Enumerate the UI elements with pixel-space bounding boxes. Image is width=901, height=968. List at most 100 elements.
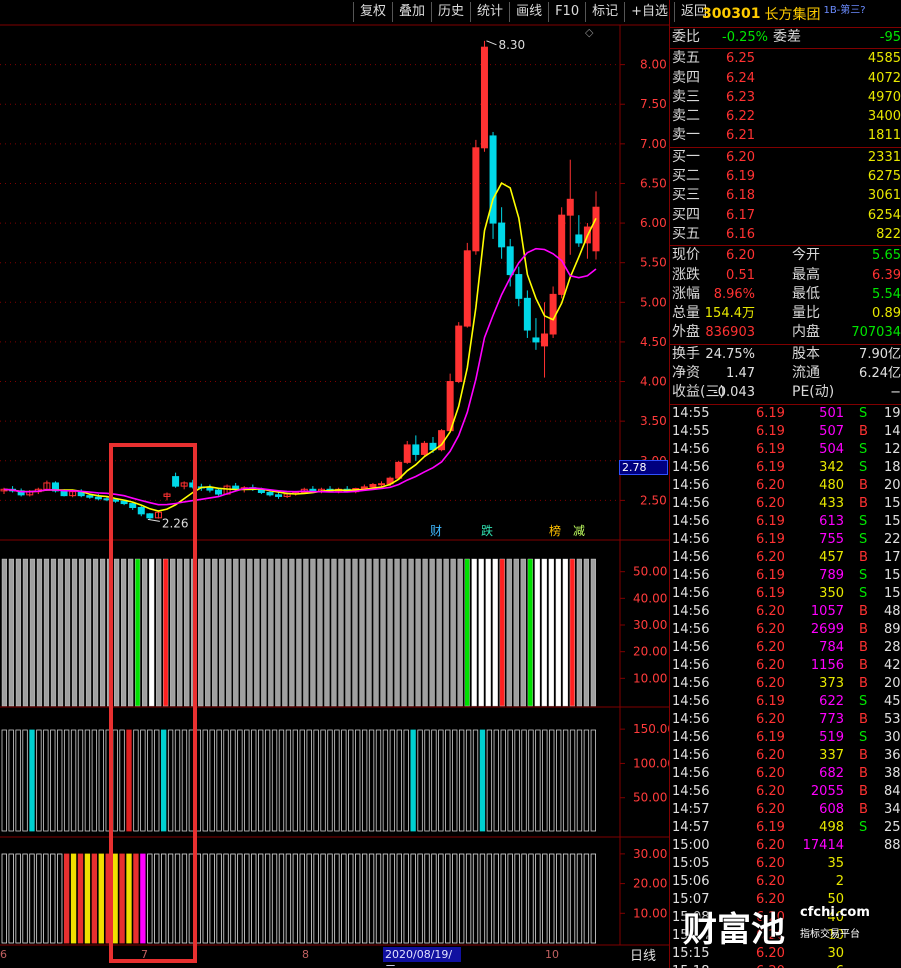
indicator1-bar	[226, 558, 232, 707]
indicator3-bar	[452, 853, 458, 944]
finance-value: 24.75%	[705, 346, 755, 362]
indicator1-axis-label: 10.00	[633, 671, 667, 685]
tick-volume: 519	[819, 729, 844, 745]
indicator1-bar	[366, 558, 372, 707]
last-price-tag: 2.78	[619, 460, 668, 475]
indicator2-bar	[549, 729, 555, 832]
buy-row: 买五 6.16 822	[670, 225, 901, 244]
toolbar-statistics[interactable]: 统计	[470, 2, 509, 22]
tick-volume: 337	[819, 747, 844, 763]
tick-side: S	[859, 459, 868, 475]
buy-row: 买一 6.20 2331	[670, 148, 901, 167]
price-axis-label: 2.50	[640, 493, 667, 507]
indicator1-bar	[541, 558, 547, 707]
indicator3-bar	[348, 853, 354, 944]
toolbar-mark[interactable]: 标记	[585, 2, 624, 22]
indicator1-bar	[450, 558, 456, 707]
toolbar-f10[interactable]: F10	[548, 2, 585, 22]
indicator1-bar	[261, 558, 267, 707]
indicator3-bar	[569, 853, 576, 944]
tick-count: 36	[884, 747, 901, 763]
price-stats: 现价 6.20 今开 5.65 涨跌 0.51 最高 6.39 涨幅 8.96% 最低 5.54 …	[670, 246, 901, 345]
chart-settings-icon[interactable]: ◇	[585, 26, 593, 39]
tick-price: 6.20	[756, 963, 785, 968]
buy-label: 买一	[672, 148, 700, 165]
stat-label: 总量	[672, 305, 700, 322]
indicator2-bar	[327, 729, 333, 832]
indicator3-bar	[514, 853, 520, 944]
toolbar-restore-rights[interactable]: 复权	[353, 2, 392, 22]
indicator2-bar	[299, 729, 305, 832]
indicator3-bar	[285, 853, 292, 944]
stats-row: 总量 154.4万 量比 0.89	[670, 304, 901, 323]
tick-price: 6.19	[756, 423, 785, 439]
cursor-date-box: 2020/08/19/三	[383, 947, 461, 968]
buy-volume: 2331	[867, 149, 901, 165]
tick-price: 6.19	[756, 531, 785, 547]
candle-body	[523, 297, 531, 331]
indicator3-bar	[258, 853, 264, 944]
indicator1-bar	[436, 558, 442, 707]
indicator1-bar	[485, 558, 491, 707]
toolbar-history[interactable]: 历史	[431, 2, 470, 22]
indicator1-bar	[534, 558, 540, 707]
date-tick: 7	[141, 948, 148, 961]
tick-time: 15:05	[672, 855, 710, 871]
tick-volume: 342	[819, 459, 844, 475]
indicator3-bar	[355, 853, 361, 944]
indicator1-bar	[408, 558, 414, 707]
toolbar-draw-line[interactable]: 画线	[509, 2, 548, 22]
indicator2-bar	[417, 729, 423, 832]
indicator1-bar	[282, 558, 288, 707]
indicator2-bar	[50, 729, 56, 832]
indicator2-bar	[431, 729, 437, 832]
tick-count: 15	[884, 585, 901, 601]
indicator1-axis-label: 40.00	[633, 591, 667, 605]
kline-chart[interactable]: 8.00 7.50 7.00 6.50 6.00 5.50 5.00 4.50 4.00 3.50…	[0, 0, 669, 968]
toolbar-overlay[interactable]: 叠加	[392, 2, 431, 22]
sell-book: 卖五 6.25 4585 卖四 6.24 4072 卖三 6.23 4970 卖二 6.22 3…	[670, 49, 901, 148]
tick-price: 6.20	[756, 783, 785, 799]
indicator2-bar	[237, 729, 243, 832]
tick-time: 14:56	[672, 603, 710, 619]
finance-label: 股本	[792, 345, 820, 362]
toolbar-add-watchlist[interactable]: +自选	[624, 2, 674, 22]
tick-row: 14:56 6.20 784 B 28	[670, 639, 901, 657]
indicator2-bar	[15, 729, 21, 832]
candle-body	[515, 274, 523, 299]
tick-volume: 2	[835, 873, 844, 889]
stats-row: 涨幅 8.96% 最低 5.54	[670, 285, 901, 304]
tick-count: 15	[884, 495, 901, 511]
tick-row: 14:57 6.20 608 B 34	[670, 801, 901, 819]
tick-price: 6.19	[756, 693, 785, 709]
indicator1-bar	[576, 558, 582, 707]
indicator2-bar	[98, 729, 104, 832]
sell-label: 卖二	[672, 108, 700, 125]
tick-side: B	[859, 657, 868, 673]
tick-list[interactable]: 14:55 6.19 501 S 19 14:55 6.19 507 B 14 14:56 6.19 5…	[670, 405, 901, 968]
sell-volume: 4970	[867, 89, 901, 105]
candle-body	[369, 484, 377, 488]
buy-price: 6.20	[726, 149, 755, 165]
indicator2-bar	[8, 729, 14, 832]
candle-body	[455, 325, 463, 383]
indicator2-bar	[264, 729, 271, 832]
candle-body	[275, 494, 283, 497]
indicator1-bar	[212, 558, 218, 707]
order-ratio-section: 委比 -0.25% 委差 -95	[670, 28, 901, 50]
indicator2-bar	[438, 729, 444, 832]
indicator3-bar	[57, 853, 63, 944]
price-axis-label: 4.00	[640, 375, 667, 389]
tick-count: 53	[884, 711, 901, 727]
indicator1-bar	[443, 558, 449, 707]
ma-fast-line	[3, 182, 597, 512]
indicator1-bar	[8, 558, 15, 707]
buy-row: 买三 6.18 3061	[670, 186, 901, 205]
tick-price: 6.20	[756, 495, 785, 511]
stat-label: 涨幅	[672, 285, 700, 302]
finance-label: 换手	[672, 345, 700, 362]
tick-row: 14:56 6.19 342 S 18	[670, 459, 901, 477]
tick-time: 14:56	[672, 693, 710, 709]
period-selector[interactable]: 日线	[630, 945, 656, 964]
tick-price: 6.19	[756, 513, 785, 529]
